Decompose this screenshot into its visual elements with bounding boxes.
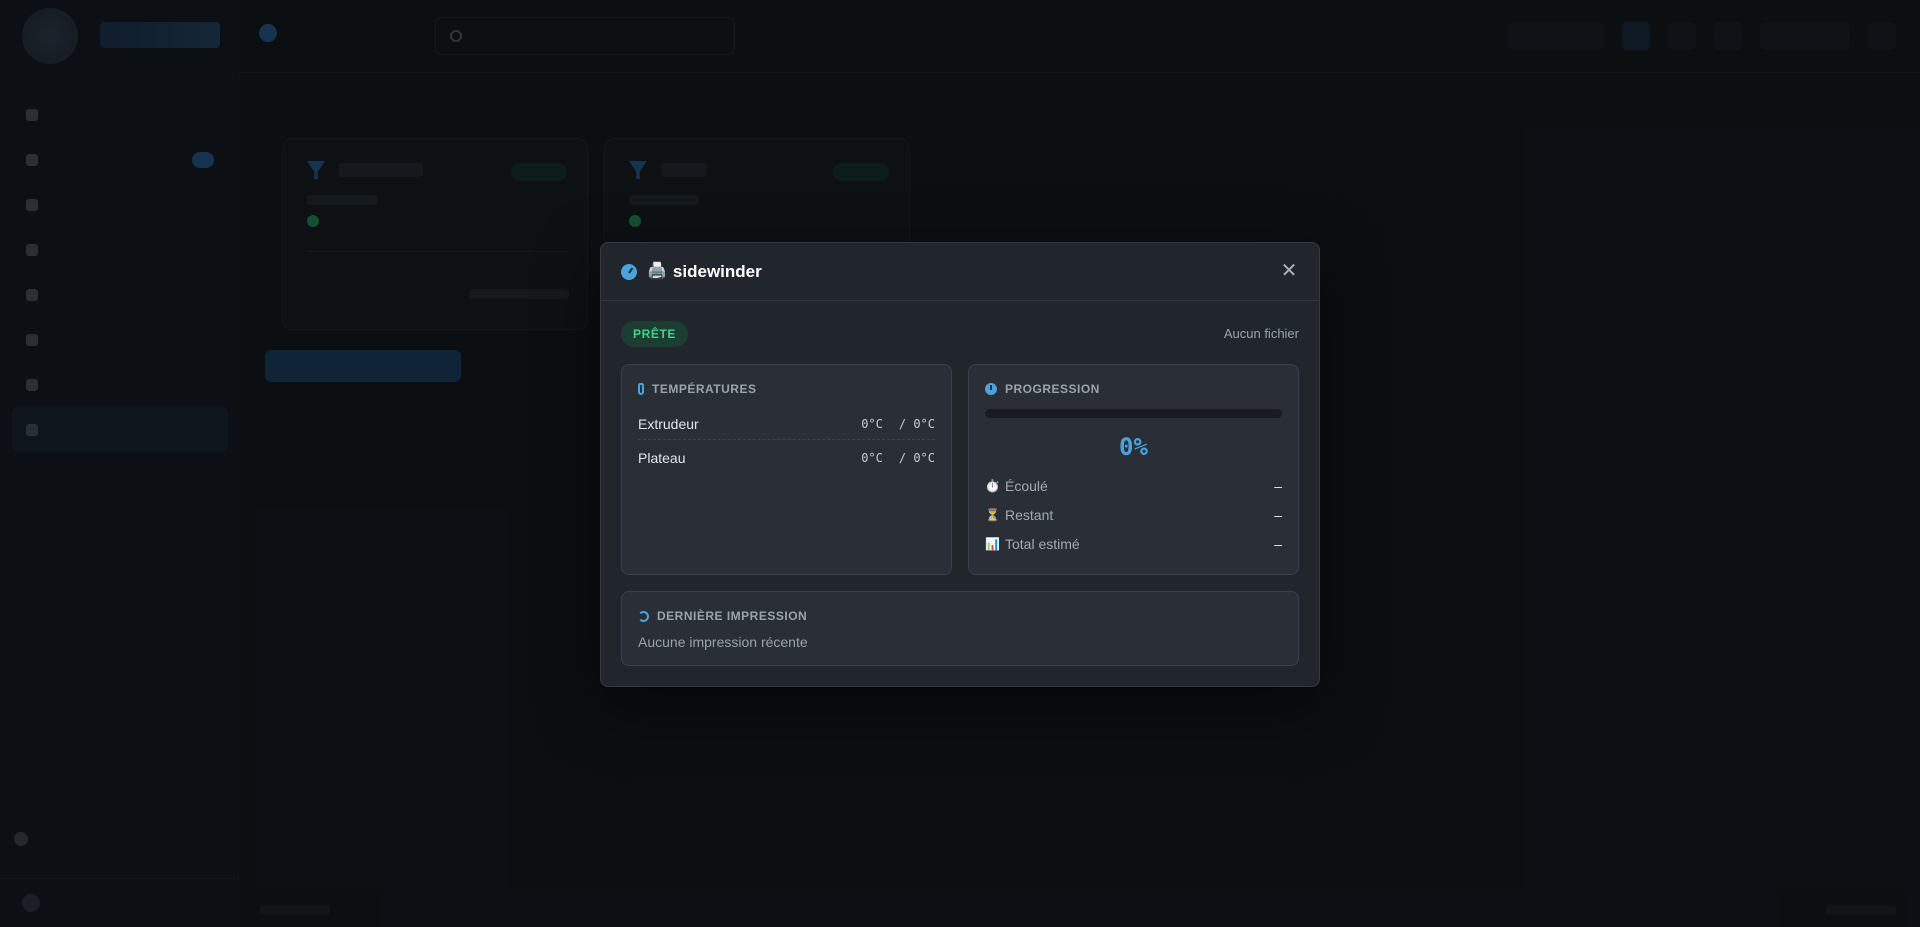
temperature-label: Plateau: [638, 450, 686, 466]
stat-label: Total estimé: [1005, 536, 1080, 552]
temperature-values: 0°C / 0°C: [861, 451, 935, 465]
temperature-current: 0°C: [861, 417, 883, 431]
status-badge: PRÊTE: [621, 321, 689, 347]
hourglass-icon: ⏳: [985, 508, 1000, 522]
temperature-row-bed: Plateau 0°C / 0°C: [638, 443, 935, 473]
history-icon: [638, 610, 649, 622]
progress-bar: [985, 409, 1282, 418]
temperature-target: / 0°C: [898, 451, 935, 465]
panel-title: DERNIÈRE IMPRESSION: [638, 609, 807, 623]
stat-value: –: [1274, 507, 1282, 523]
temperature-values: 0°C / 0°C: [861, 417, 935, 431]
temperature-label: Extrudeur: [638, 416, 699, 432]
printer-icon: 🖨️: [647, 262, 667, 280]
current-file-label: Aucun fichier: [1223, 326, 1299, 341]
stat-row-elapsed: ⏱️ Écoulé –: [985, 475, 1282, 497]
last-print-text: Aucune impression récente: [638, 634, 808, 650]
panel-title: TEMPÉRATURES: [638, 382, 756, 396]
temperature-current: 0°C: [861, 451, 883, 465]
temperature-row-extruder: Extrudeur 0°C / 0°C: [638, 409, 935, 440]
bar-chart-icon: 📊: [985, 537, 1000, 551]
gauge-icon: [621, 263, 637, 280]
stopwatch-icon: ⏱️: [985, 479, 1000, 493]
progress-percent: 0%: [1119, 433, 1148, 461]
stat-row-total: 📊 Total estimé –: [985, 533, 1282, 555]
modal-title: sidewinder: [672, 261, 762, 281]
close-icon[interactable]: ✕: [1279, 261, 1299, 281]
stat-value: –: [1274, 536, 1282, 552]
clock-icon: [985, 383, 997, 395]
stat-label: Écoulé: [1005, 478, 1048, 494]
panel-title: PROGRESSION: [985, 382, 1100, 396]
temperature-target: / 0°C: [898, 417, 935, 431]
temperatures-panel: TEMPÉRATURES Extrudeur 0°C / 0°C Plateau…: [621, 364, 952, 575]
stat-value: –: [1274, 478, 1282, 494]
progression-panel: PROGRESSION 0% ⏱️ Écoulé – ⏳ Restant – 📊…: [968, 364, 1299, 575]
last-print-title: DERNIÈRE IMPRESSION: [657, 609, 808, 623]
temperatures-title: TEMPÉRATURES: [652, 382, 757, 396]
last-print-panel: DERNIÈRE IMPRESSION Aucune impression ré…: [621, 591, 1299, 666]
modal-header: 🖨️ sidewinder ✕: [601, 243, 1319, 301]
progression-title: PROGRESSION: [1005, 382, 1100, 396]
thermometer-icon: [638, 383, 644, 395]
stat-label: Restant: [1005, 507, 1054, 523]
status-row: PRÊTE Aucun fichier: [621, 321, 1299, 347]
stat-row-remaining: ⏳ Restant –: [985, 504, 1282, 526]
printer-details-modal: 🖨️ sidewinder ✕ PRÊTE Aucun fichier TEMP…: [600, 242, 1320, 687]
